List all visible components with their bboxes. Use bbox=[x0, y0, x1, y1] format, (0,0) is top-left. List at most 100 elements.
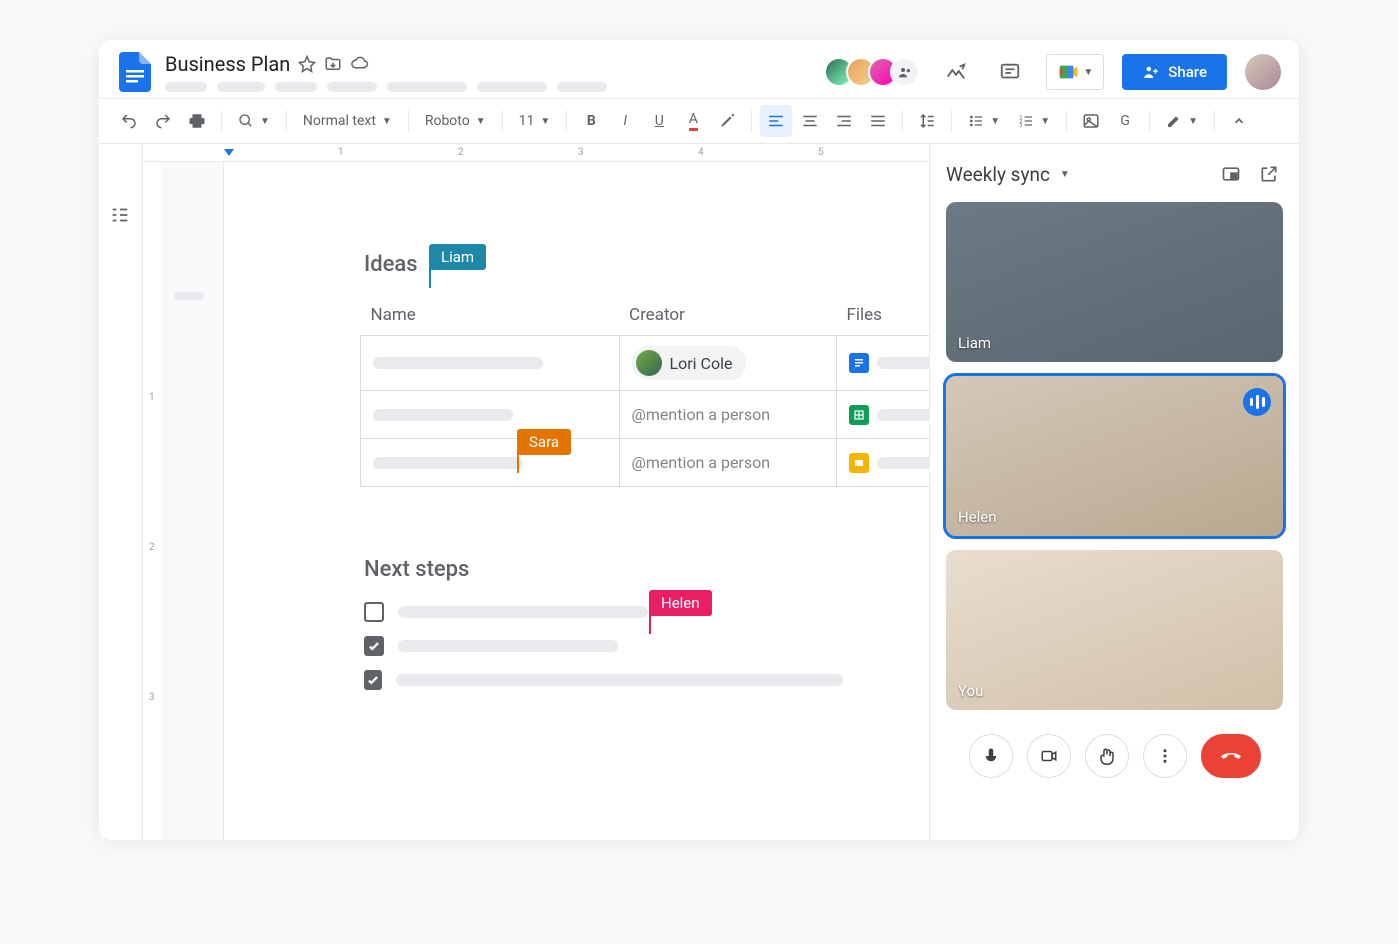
share-people-icon bbox=[1142, 63, 1160, 81]
collaborator-cursor-sara: Sara bbox=[517, 429, 571, 455]
canvas[interactable]: 1 2 3 4 5 6 1 2 3 4 Liam Sara Helen Idea… bbox=[143, 144, 929, 840]
table-header-files: Files bbox=[837, 305, 930, 336]
video-tile-name: You bbox=[958, 682, 983, 700]
toolbar: ▼ Normal text▼ Roboto▼ 11▼ B I U A ▼ 123… bbox=[99, 98, 1299, 144]
file-chip-sheet[interactable] bbox=[849, 405, 929, 425]
table-row[interactable]: Lori Cole bbox=[361, 336, 930, 391]
checkbox-checked[interactable] bbox=[364, 636, 384, 656]
align-center-button[interactable] bbox=[794, 105, 826, 137]
camera-button[interactable] bbox=[1027, 734, 1071, 778]
checkbox-checked[interactable] bbox=[364, 670, 382, 690]
section-heading-next-steps[interactable]: Next steps bbox=[364, 557, 843, 582]
horizontal-ruler[interactable]: 1 2 3 4 5 6 bbox=[143, 144, 929, 162]
collaborator-cursor-liam: Liam bbox=[429, 244, 486, 270]
italic-button[interactable]: I bbox=[609, 105, 641, 137]
document-title[interactable]: Business Plan bbox=[165, 52, 290, 76]
end-call-button[interactable] bbox=[1201, 734, 1261, 778]
share-button[interactable]: Share bbox=[1122, 54, 1227, 90]
indent-marker-icon[interactable] bbox=[223, 148, 235, 160]
app-window: Business Plan bbox=[99, 40, 1299, 840]
next-steps-section[interactable]: Next steps bbox=[364, 557, 843, 690]
bold-button[interactable]: B bbox=[575, 105, 607, 137]
more-options-button[interactable] bbox=[1143, 734, 1187, 778]
checklist-item[interactable] bbox=[364, 602, 843, 622]
checklist-item[interactable] bbox=[364, 636, 843, 656]
table-row[interactable]: @mention a person bbox=[361, 391, 930, 439]
insert-image-button[interactable] bbox=[1075, 105, 1107, 137]
mute-button[interactable] bbox=[969, 734, 1013, 778]
align-right-button[interactable] bbox=[828, 105, 860, 137]
chevron-down-icon: ▼ bbox=[1083, 67, 1093, 78]
speaking-indicator-icon bbox=[1243, 388, 1271, 416]
zoom-select[interactable]: ▼ bbox=[230, 109, 278, 133]
meet-controls bbox=[946, 724, 1283, 778]
collapse-toolbar-button[interactable] bbox=[1223, 105, 1255, 137]
table-row[interactable]: @mention a person bbox=[361, 439, 930, 487]
vertical-ruler[interactable]: 1 2 3 4 bbox=[143, 162, 161, 840]
text-color-button[interactable]: A bbox=[677, 105, 709, 137]
cloud-status-icon[interactable] bbox=[350, 55, 370, 73]
move-folder-icon[interactable] bbox=[324, 55, 342, 73]
menu-bar[interactable] bbox=[165, 82, 607, 92]
slides-file-icon bbox=[849, 453, 869, 473]
bullet-list-button[interactable]: ▼ bbox=[960, 109, 1008, 133]
line-spacing-button[interactable] bbox=[911, 105, 943, 137]
mention-placeholder[interactable]: @mention a person bbox=[632, 453, 771, 472]
print-button[interactable] bbox=[181, 105, 213, 137]
share-label: Share bbox=[1168, 63, 1207, 81]
picture-in-picture-icon[interactable] bbox=[1217, 160, 1245, 188]
font-select[interactable]: Roboto▼ bbox=[417, 109, 494, 133]
meet-logo-icon bbox=[1057, 61, 1079, 83]
docs-file-icon bbox=[849, 353, 869, 373]
table-header-creator: Creator bbox=[619, 305, 836, 336]
align-left-button[interactable] bbox=[760, 105, 792, 137]
checklist-item[interactable] bbox=[364, 670, 843, 690]
editing-mode-button[interactable]: ▼ bbox=[1158, 109, 1206, 133]
header: Business Plan bbox=[99, 40, 1299, 98]
svg-text:3: 3 bbox=[1020, 123, 1023, 129]
meet-header: Weekly sync ▼ bbox=[946, 160, 1283, 188]
activity-icon[interactable] bbox=[938, 54, 974, 90]
outline-icon[interactable] bbox=[109, 204, 133, 228]
header-actions: ▼ Share bbox=[824, 54, 1281, 90]
meeting-title[interactable]: Weekly sync bbox=[946, 163, 1050, 186]
collaborator-avatars[interactable] bbox=[824, 57, 920, 87]
insert-link-button[interactable]: G bbox=[1109, 105, 1141, 137]
title-block: Business Plan bbox=[165, 52, 607, 92]
meet-sidebar: Weekly sync ▼ Liam Helen You bbox=[929, 144, 1299, 840]
star-icon[interactable] bbox=[298, 55, 316, 73]
document-page[interactable]: Liam Sara Helen Ideas Name Creator Files… bbox=[223, 162, 929, 840]
sheets-file-icon bbox=[849, 405, 869, 425]
avatar bbox=[636, 350, 662, 376]
table-header-name: Name bbox=[361, 305, 620, 336]
align-justify-button[interactable] bbox=[862, 105, 894, 137]
collaborator-cursor-helen: Helen bbox=[649, 590, 712, 616]
redo-button[interactable] bbox=[147, 105, 179, 137]
video-tile-helen[interactable]: Helen bbox=[946, 376, 1283, 536]
mention-chip[interactable]: Lori Cole bbox=[632, 346, 747, 380]
checkbox-unchecked[interactable] bbox=[364, 602, 384, 622]
highlight-button[interactable] bbox=[711, 105, 743, 137]
video-tile-name: Liam bbox=[958, 334, 991, 352]
underline-button[interactable]: U bbox=[643, 105, 675, 137]
left-rail bbox=[99, 144, 143, 840]
profile-avatar[interactable] bbox=[1245, 54, 1281, 90]
mention-placeholder[interactable]: @mention a person bbox=[632, 405, 771, 424]
docs-logo-icon[interactable] bbox=[117, 50, 153, 94]
video-tile-name: Helen bbox=[958, 508, 997, 526]
file-chip-slides[interactable] bbox=[849, 453, 929, 473]
popout-icon[interactable] bbox=[1255, 160, 1283, 188]
file-chip-doc[interactable] bbox=[849, 353, 929, 373]
meet-button[interactable]: ▼ bbox=[1046, 54, 1104, 90]
style-select[interactable]: Normal text▼ bbox=[295, 109, 400, 133]
video-tile-you[interactable]: You bbox=[946, 550, 1283, 710]
ideas-table[interactable]: Name Creator Files Lori Cole @mention a … bbox=[360, 305, 929, 487]
anonymous-avatar[interactable] bbox=[890, 57, 920, 87]
numbered-list-button[interactable]: 123▼ bbox=[1010, 109, 1058, 133]
video-tile-liam[interactable]: Liam bbox=[946, 202, 1283, 362]
comments-icon[interactable] bbox=[992, 54, 1028, 90]
chevron-down-icon[interactable]: ▼ bbox=[1060, 169, 1070, 180]
font-size-select[interactable]: 11▼ bbox=[511, 109, 559, 133]
raise-hand-button[interactable] bbox=[1085, 734, 1129, 778]
undo-button[interactable] bbox=[113, 105, 145, 137]
